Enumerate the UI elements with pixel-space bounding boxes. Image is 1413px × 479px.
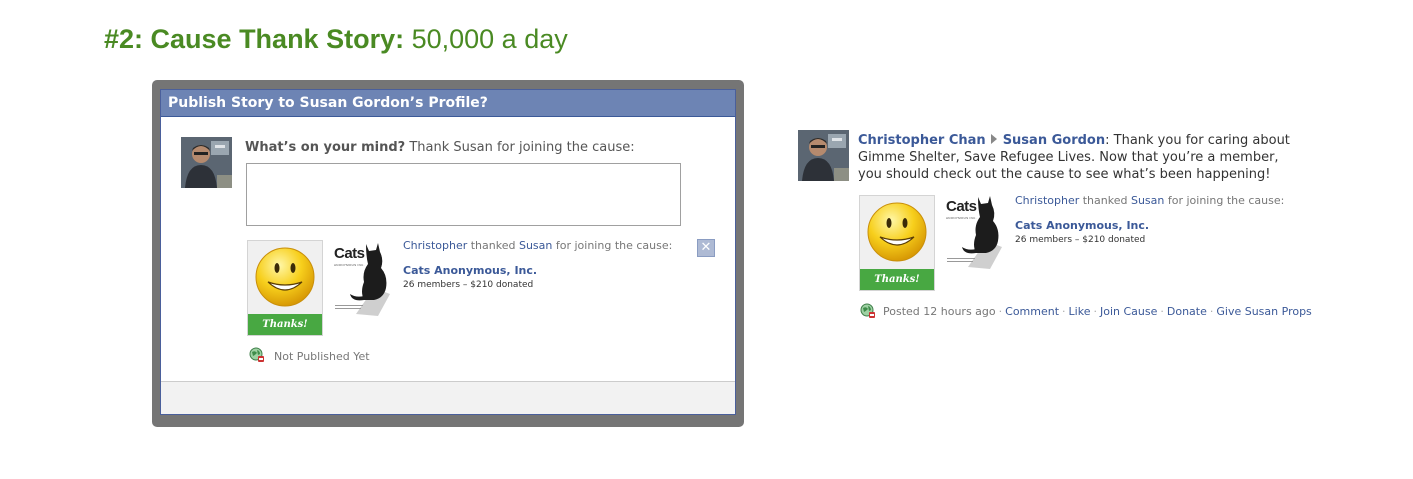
- thanks-badge: Thanks!: [248, 314, 322, 335]
- dialog-title: Publish Story to Susan Gordon’s Profile?: [161, 90, 735, 117]
- give-props-link[interactable]: Give Susan Props: [1216, 305, 1311, 318]
- dialog-footer: [161, 381, 735, 414]
- logo-word: Cats: [334, 245, 365, 262]
- comment-link[interactable]: Comment: [1005, 305, 1059, 318]
- cats-anonymous-logo: Cats ANONYMOUS INC.: [334, 242, 392, 317]
- feed-thanks-image: Thanks!: [859, 195, 935, 291]
- feed-avatar[interactable]: [798, 130, 849, 181]
- feed-thanks-badge: Thanks!: [860, 269, 934, 290]
- close-icon[interactable]: ✕: [697, 239, 715, 257]
- triangle-right-icon: [990, 134, 997, 144]
- feed-attachment-caption: Christopher thanked Susan for joining th…: [1015, 194, 1285, 207]
- message-textarea[interactable]: [246, 163, 681, 226]
- target-link[interactable]: Susan: [519, 239, 552, 252]
- feed-actor-link[interactable]: Christopher Chan: [858, 133, 986, 148]
- feed-cause-name-link[interactable]: Cats Anonymous, Inc.: [1015, 219, 1149, 232]
- logo-subtitle: ANONYMOUS INC.: [334, 263, 365, 267]
- slide-title-rest: 50,000 a day: [404, 24, 568, 54]
- globe-icon: [249, 347, 264, 362]
- smiley-face-icon: [867, 202, 927, 262]
- feed-action-bar: Posted 12 hours ago · Comment · Like · Join Ca…: [883, 305, 1312, 318]
- publish-status: Not Published Yet: [274, 350, 370, 363]
- feed-attach-target-link[interactable]: Susan: [1131, 194, 1164, 207]
- thanks-image: Thanks!: [247, 240, 323, 336]
- actor-link[interactable]: Christopher: [403, 239, 467, 252]
- attachment-caption: Christopher thanked Susan for joining th…: [403, 239, 673, 252]
- prompt-label: What’s on your mind? Thank Susan for joi…: [245, 140, 635, 155]
- feed-cause-stats: 26 members – $210 donated: [1015, 235, 1146, 245]
- feed-globe-icon: [860, 303, 875, 318]
- avatar[interactable]: [181, 137, 232, 188]
- prompt-question: What’s on your mind?: [245, 140, 406, 155]
- join-cause-link[interactable]: Join Cause: [1100, 305, 1157, 318]
- publish-dialog: Publish Story to Susan Gordon’s Profile?…: [160, 89, 736, 415]
- slide-title-bold: #2: Cause Thank Story:: [104, 24, 405, 54]
- posted-time: Posted 12 hours ago: [883, 305, 996, 318]
- feed-story-text: Christopher Chan Susan Gordon: Thank you …: [858, 133, 1290, 182]
- donate-link[interactable]: Donate: [1167, 305, 1207, 318]
- feed-target-link[interactable]: Susan Gordon: [1003, 133, 1105, 148]
- cause-stats: 26 members – $210 donated: [403, 280, 534, 290]
- feed-attach-actor-link[interactable]: Christopher: [1015, 194, 1079, 207]
- like-link[interactable]: Like: [1069, 305, 1091, 318]
- prompt-text: Thank Susan for joining the cause:: [405, 140, 635, 155]
- smiley-face-icon: [255, 247, 315, 307]
- cause-name-link[interactable]: Cats Anonymous, Inc.: [403, 264, 537, 277]
- feed-logo-subtitle: ANONYMOUS INC.: [946, 216, 977, 220]
- slide-title: #2: Cause Thank Story: 50,000 a day: [104, 24, 568, 55]
- feed-logo-word: Cats: [946, 198, 977, 215]
- feed-cats-anonymous-logo: Cats ANONYMOUS INC.: [946, 195, 1004, 270]
- publish-dialog-frame: Publish Story to Susan Gordon’s Profile?…: [152, 80, 744, 427]
